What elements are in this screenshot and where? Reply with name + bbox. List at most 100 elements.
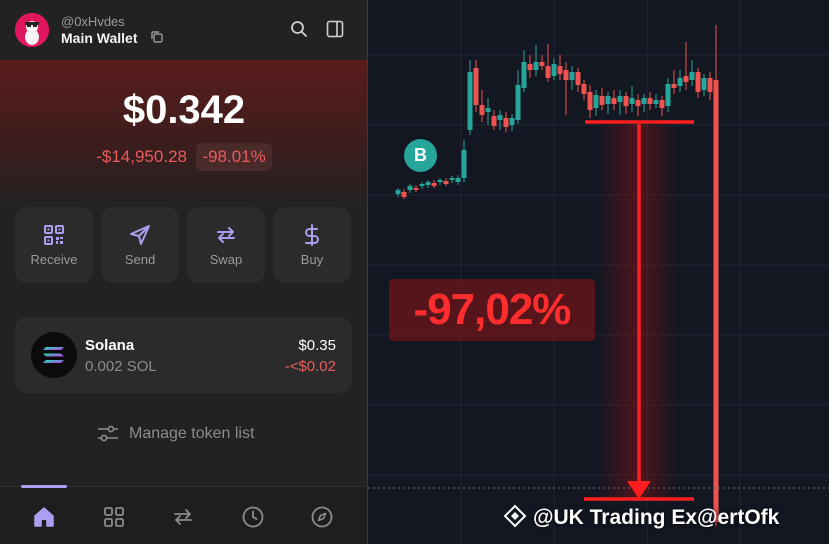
diamond-logo-icon bbox=[503, 504, 527, 528]
buy-button[interactable]: Buy bbox=[273, 207, 351, 283]
wallet-header: @0xHvdes Main Wallet bbox=[0, 0, 367, 60]
candle-body bbox=[629, 98, 635, 104]
candle-body bbox=[461, 150, 467, 178]
swap-label: Swap bbox=[209, 252, 243, 267]
candle-body bbox=[695, 72, 701, 92]
candle-body bbox=[473, 68, 479, 105]
candle-body bbox=[479, 105, 485, 115]
candle-body bbox=[683, 76, 689, 82]
account-handle: @0xHvdes bbox=[61, 14, 125, 29]
candle-body bbox=[599, 96, 605, 105]
watermark-text: @UK Trading Ex@ertOfk bbox=[533, 506, 780, 529]
swap-nav-icon[interactable] bbox=[171, 505, 195, 529]
candle-body bbox=[437, 180, 443, 182]
receive-button[interactable]: Receive bbox=[15, 207, 93, 283]
copy-icon[interactable] bbox=[150, 30, 164, 44]
candle-body bbox=[605, 96, 611, 104]
candle-body bbox=[563, 70, 569, 80]
watermark: @UK Trading Ex@ertOfk bbox=[503, 504, 779, 538]
swap-button[interactable]: Swap bbox=[187, 207, 265, 283]
candle-body bbox=[617, 96, 623, 102]
change-usd: -$14,950.28 bbox=[96, 147, 187, 166]
total-balance: $0.342 bbox=[122, 88, 246, 132]
candle-body bbox=[611, 98, 617, 104]
candle-body bbox=[701, 78, 707, 90]
candle-body bbox=[713, 80, 719, 522]
token-change: -<$0.02 bbox=[284, 358, 336, 375]
candle-body bbox=[677, 78, 683, 86]
search-icon[interactable] bbox=[290, 20, 308, 38]
candle-body bbox=[515, 85, 521, 120]
buy-label: Buy bbox=[300, 252, 324, 267]
swap-icon bbox=[217, 227, 235, 243]
candle-body bbox=[503, 118, 509, 127]
receive-label: Receive bbox=[30, 252, 78, 267]
home-icon[interactable] bbox=[32, 505, 56, 529]
grid-icon[interactable] bbox=[102, 505, 126, 529]
candle-body bbox=[641, 98, 647, 104]
candle-body bbox=[653, 100, 659, 104]
candle-body bbox=[413, 188, 419, 190]
explore-icon[interactable] bbox=[310, 505, 334, 529]
token-value: $0.35 bbox=[298, 337, 336, 354]
candlestick-chart bbox=[368, 0, 829, 544]
candle-body bbox=[431, 183, 437, 186]
avatar-image bbox=[15, 13, 49, 47]
candle-body bbox=[581, 84, 587, 94]
candle-body bbox=[557, 66, 563, 74]
drop-percent-label: -97,02% bbox=[389, 279, 595, 341]
candle-body bbox=[671, 84, 677, 88]
candle-body bbox=[533, 62, 539, 70]
dollar-icon bbox=[305, 224, 319, 246]
candle-body bbox=[551, 64, 557, 76]
candle-body bbox=[419, 184, 425, 186]
balance-change: -$14,950.28 -98.01% bbox=[0, 143, 367, 171]
candle-body bbox=[635, 100, 641, 106]
candle-body bbox=[443, 181, 449, 184]
price-chart[interactable] bbox=[368, 0, 829, 544]
buy-marker[interactable]: B bbox=[404, 139, 437, 172]
token-amount: 0.002 SOL bbox=[85, 358, 157, 375]
candle-body bbox=[707, 78, 713, 92]
candle-body bbox=[395, 190, 401, 194]
sidebar-toggle-icon[interactable] bbox=[326, 20, 344, 38]
token-row-solana[interactable]: Solana 0.002 SOL $0.35 -<$0.02 bbox=[15, 317, 352, 393]
candle-body bbox=[545, 66, 551, 78]
history-icon[interactable] bbox=[241, 505, 265, 529]
candle-body bbox=[527, 64, 533, 70]
candle-body bbox=[521, 62, 527, 88]
candle-body bbox=[449, 178, 455, 180]
candle-body bbox=[593, 95, 599, 108]
candle-body bbox=[425, 182, 431, 185]
balance-area bbox=[0, 60, 367, 210]
candle-body bbox=[467, 72, 473, 130]
send-label: Send bbox=[124, 252, 156, 267]
token-name: Solana bbox=[85, 337, 135, 354]
candle-body bbox=[623, 96, 629, 106]
bottom-nav bbox=[0, 485, 367, 544]
candle-body bbox=[407, 186, 413, 190]
candle-body bbox=[497, 115, 503, 120]
candle-body bbox=[575, 72, 581, 85]
candle-body bbox=[569, 72, 575, 80]
nav-active-indicator bbox=[21, 485, 67, 488]
avatar[interactable] bbox=[15, 13, 49, 47]
send-button[interactable]: Send bbox=[101, 207, 179, 283]
change-percent-badge: -98.01% bbox=[196, 143, 272, 171]
solana-logo-icon bbox=[31, 332, 77, 378]
sliders-icon bbox=[98, 425, 118, 442]
candle-body bbox=[665, 84, 671, 106]
candle-body bbox=[455, 178, 461, 182]
candle-body bbox=[485, 108, 491, 112]
manage-token-list-button[interactable]: Manage token list bbox=[0, 423, 367, 445]
manage-token-list-label: Manage token list bbox=[129, 425, 255, 442]
candle-body bbox=[689, 72, 695, 80]
candle-body bbox=[509, 118, 515, 125]
candle-body bbox=[491, 116, 497, 126]
candle-body bbox=[647, 98, 653, 104]
send-icon bbox=[130, 225, 150, 245]
candle-body bbox=[539, 62, 545, 66]
candle-body bbox=[659, 100, 665, 108]
wallet-name[interactable]: Main Wallet bbox=[61, 30, 138, 46]
candle-body bbox=[401, 192, 407, 197]
